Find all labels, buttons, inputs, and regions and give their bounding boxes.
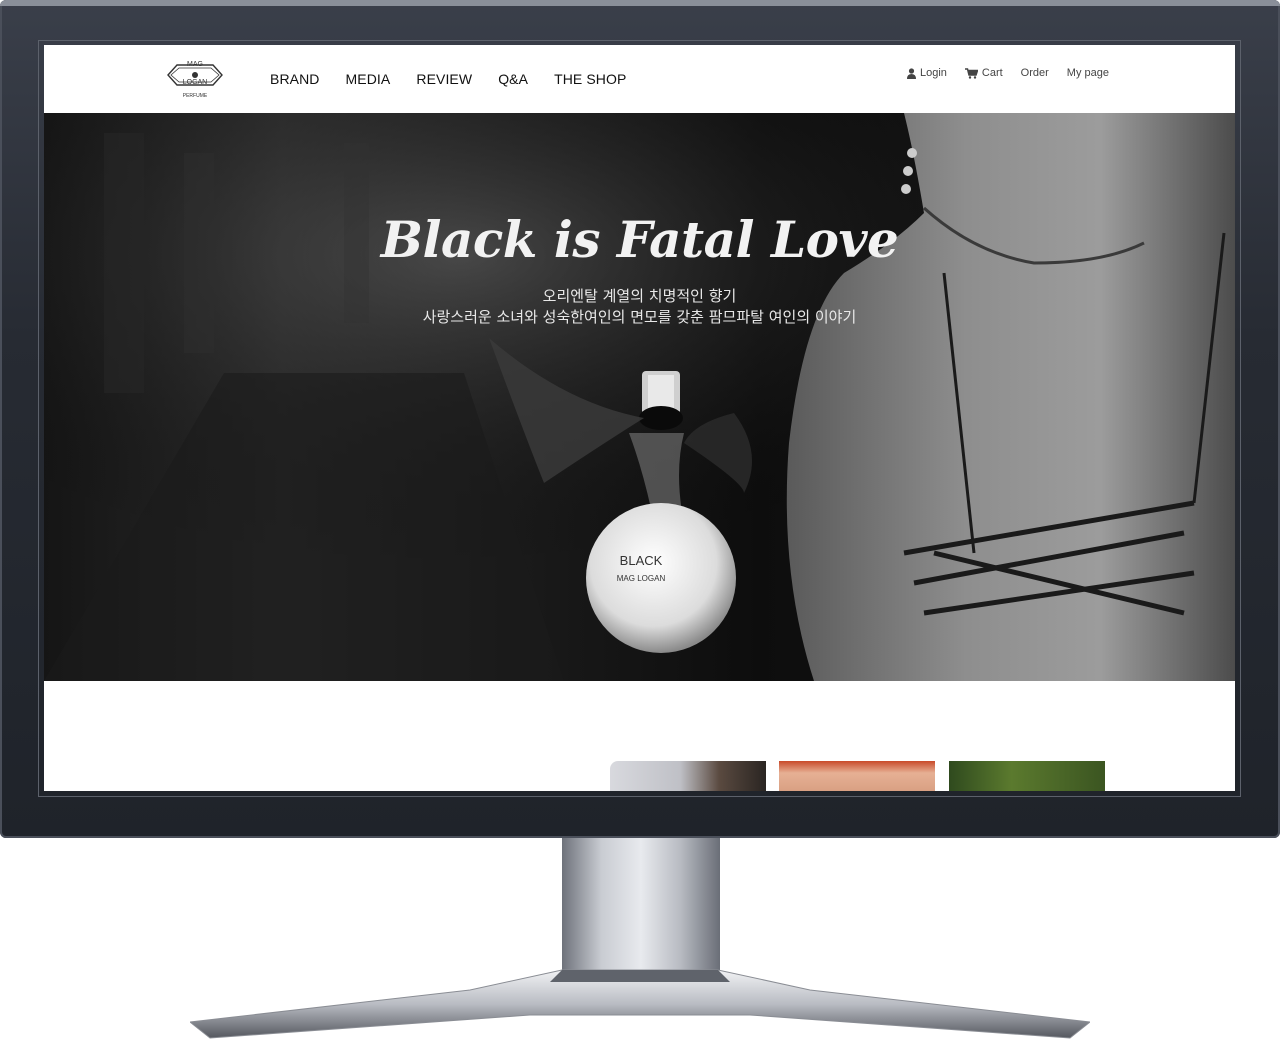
cart-icon xyxy=(964,67,978,79)
nav-qna[interactable]: Q&A xyxy=(498,71,528,87)
main-nav: BRAND MEDIA REVIEW Q&A THE SHOP xyxy=(270,71,652,87)
logo-emblem-icon: MAG LOGAN PERFUME xyxy=(167,61,223,99)
monitor-stand-base xyxy=(190,969,1090,1039)
nav-media[interactable]: MEDIA xyxy=(346,71,391,87)
hero-subtitle-2: 사랑스러운 소녀와 성숙한여인의 면모를 갖춘 팜므파탈 여인의 이야기 xyxy=(422,308,857,326)
monitor-stand-neck xyxy=(562,838,720,976)
logo-line1: MAG xyxy=(187,61,203,68)
site-header: MAG LOGAN PERFUME BRAND MEDIA REVIEW Q&A… xyxy=(44,45,1235,113)
bezel-highlight xyxy=(0,0,1280,6)
cart-label: Cart xyxy=(981,67,1003,79)
thumbnail-3[interactable] xyxy=(949,761,1105,791)
bottle-name: BLACK xyxy=(620,553,663,568)
cart-link[interactable]: Cart xyxy=(964,67,1003,79)
thumbnail-1[interactable] xyxy=(610,761,766,791)
nav-review[interactable]: REVIEW xyxy=(416,71,472,87)
nav-brand[interactable]: BRAND xyxy=(270,71,320,87)
order-link[interactable]: Order xyxy=(1021,67,1049,79)
order-label: Order xyxy=(1020,67,1049,79)
logo-line3: PERFUME xyxy=(183,93,208,99)
mypage-label: My page xyxy=(1066,67,1109,79)
content-area xyxy=(44,681,1235,791)
brand-logo[interactable]: MAG LOGAN PERFUME xyxy=(165,57,225,101)
website-screen: MAG LOGAN PERFUME BRAND MEDIA REVIEW Q&A… xyxy=(44,45,1235,791)
user-icon xyxy=(906,67,916,79)
logo-line2: LOGAN xyxy=(183,79,208,86)
login-label: Login xyxy=(919,67,947,79)
hero-banner[interactable]: BLACK MAG LOGAN Black is Fatal Love 오리엔탈… xyxy=(44,113,1235,681)
nav-the-shop[interactable]: THE SHOP xyxy=(554,71,626,87)
hero-headline: Black is Fatal Love xyxy=(380,210,899,269)
bottle-brand: MAG LOGAN xyxy=(617,574,666,583)
utility-nav: Login Cart Order My page xyxy=(889,67,1109,79)
login-link[interactable]: Login xyxy=(906,67,947,79)
mypage-link[interactable]: My page xyxy=(1067,67,1109,79)
hero-photo-image: BLACK MAG LOGAN xyxy=(44,113,1235,681)
thumbnail-2[interactable] xyxy=(779,761,935,791)
hero-subtitle-1: 오리엔탈 계열의 치명적인 향기 xyxy=(542,287,737,305)
